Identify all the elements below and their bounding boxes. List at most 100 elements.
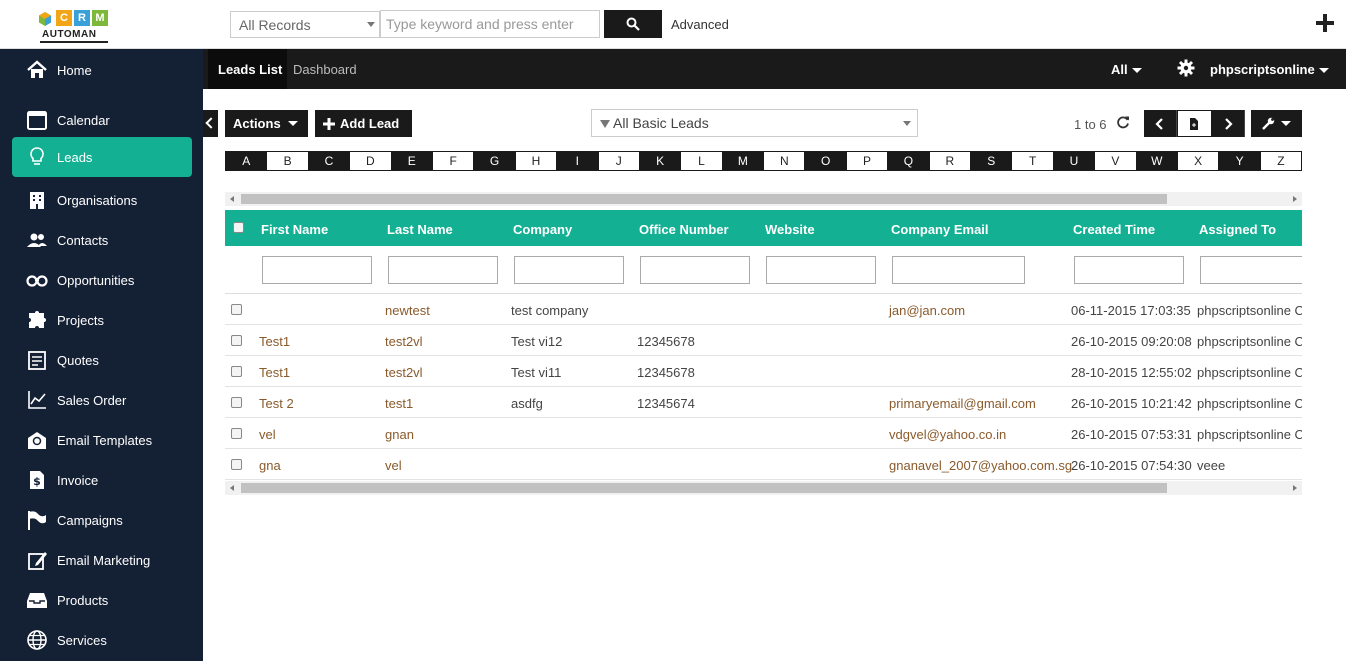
alphabet-letter-x[interactable]: X	[1177, 152, 1219, 170]
alphabet-letter-g[interactable]: G	[474, 152, 515, 170]
next-page-button[interactable]	[1212, 110, 1245, 137]
table-cell[interactable]: vdgvel@yahoo.co.in	[889, 427, 1006, 442]
table-cell[interactable]: gna	[259, 458, 281, 473]
gear-icon[interactable]	[1177, 59, 1195, 77]
alphabet-letter-t[interactable]: T	[1012, 152, 1053, 170]
alphabet-letter-b[interactable]: B	[267, 152, 308, 170]
alphabet-letter-z[interactable]: Z	[1260, 152, 1302, 170]
sidebar-item-calendar[interactable]: Calendar	[12, 100, 192, 140]
search-button[interactable]	[604, 10, 662, 38]
sidebar-item-projects[interactable]: Projects	[12, 300, 192, 340]
table-cell[interactable]: vel	[385, 458, 402, 473]
alphabet-letter-u[interactable]: U	[1053, 152, 1095, 170]
sidebar-item-products[interactable]: Products	[12, 580, 192, 620]
horizontal-scrollbar-bottom[interactable]	[225, 481, 1302, 495]
table-cell[interactable]: gnanavel_2007@yahoo.com.sg	[889, 458, 1072, 473]
filter-assigned-to-input[interactable]	[1200, 256, 1302, 284]
refresh-icon[interactable]	[1116, 115, 1130, 129]
alphabet-letter-f[interactable]: F	[432, 152, 474, 170]
row-checkbox[interactable]	[231, 428, 242, 439]
table-row[interactable]: gna vel gnanavel_2007@yahoo.com.sg 26-10-20…	[225, 449, 1302, 480]
advanced-search-link[interactable]: Advanced	[671, 17, 729, 32]
table-cell[interactable]: vel	[259, 427, 276, 442]
alphabet-letter-r[interactable]: R	[929, 152, 971, 170]
sidebar-item-opportunities[interactable]: Opportunities	[12, 260, 192, 300]
row-checkbox[interactable]	[231, 459, 242, 470]
table-cell[interactable]: primaryemail@gmail.com	[889, 396, 1036, 411]
alphabet-letter-v[interactable]: V	[1095, 152, 1136, 170]
sidebar-item-campaigns[interactable]: Campaigns	[12, 500, 192, 540]
page-jump-button[interactable]	[1177, 110, 1212, 137]
alphabet-letter-n[interactable]: N	[764, 152, 805, 170]
search-scope-select[interactable]: All Records	[230, 11, 380, 38]
user-menu[interactable]: phpscriptsonline	[1210, 62, 1329, 77]
scrollbar-thumb[interactable]	[241, 194, 1167, 204]
filter-created-time-input[interactable]	[1074, 256, 1184, 284]
alphabet-letter-m[interactable]: M	[722, 152, 764, 170]
sidebar-item-contacts[interactable]: Contacts	[12, 220, 192, 260]
select-all-checkbox[interactable]	[233, 222, 244, 233]
sidebar-item-invoice[interactable]: $ Invoice	[12, 460, 192, 500]
alphabet-letter-j[interactable]: J	[598, 152, 639, 170]
filter-last-name-input[interactable]	[388, 256, 498, 284]
alphabet-letter-y[interactable]: Y	[1219, 152, 1260, 170]
column-header-website[interactable]: Website	[765, 222, 815, 237]
scroll-left-icon[interactable]	[230, 196, 234, 202]
alphabet-letter-a[interactable]: A	[226, 152, 267, 170]
alphabet-letter-i[interactable]: I	[557, 152, 598, 170]
table-cell[interactable]: newtest	[385, 303, 430, 318]
alphabet-letter-c[interactable]: C	[308, 152, 350, 170]
scrollbar-thumb[interactable]	[241, 483, 1167, 493]
table-cell[interactable]: Test1	[259, 365, 290, 380]
table-row[interactable]: Test1 test2vl Test vi12 12345678 26-10-2015 …	[225, 325, 1302, 356]
scroll-left-icon[interactable]	[230, 485, 234, 491]
actions-dropdown-button[interactable]: Actions	[225, 110, 308, 137]
row-checkbox[interactable]	[231, 366, 242, 377]
filter-office-number-input[interactable]	[640, 256, 750, 284]
column-header-first-name[interactable]: First Name	[261, 222, 328, 237]
lead-filter-select[interactable]: All Basic Leads	[591, 109, 918, 137]
row-checkbox[interactable]	[231, 335, 242, 346]
table-cell[interactable]: gnan	[385, 427, 414, 442]
filter-website-input[interactable]	[766, 256, 876, 284]
alphabet-letter-p[interactable]: P	[846, 152, 888, 170]
sidebar-item-quotes[interactable]: Quotes	[12, 340, 192, 380]
table-row[interactable]: Test 2 test1 asdfg 12345674 primaryemail@gma…	[225, 387, 1302, 418]
table-cell[interactable]: Test1	[259, 334, 290, 349]
alphabet-letter-k[interactable]: K	[639, 152, 681, 170]
column-header-assigned-to[interactable]: Assigned To	[1199, 222, 1276, 237]
column-header-company[interactable]: Company	[513, 222, 572, 237]
table-cell[interactable]: Test 2	[259, 396, 294, 411]
alphabet-letter-s[interactable]: S	[971, 152, 1012, 170]
alphabet-letter-w[interactable]: W	[1136, 152, 1177, 170]
table-cell[interactable]: test2vl	[385, 334, 423, 349]
alphabet-letter-l[interactable]: L	[681, 152, 722, 170]
plus-icon[interactable]	[1316, 14, 1334, 32]
alphabet-letter-h[interactable]: H	[515, 152, 557, 170]
scroll-right-icon[interactable]	[1293, 196, 1297, 202]
crm-automan-logo[interactable]: C R M AUTOMAN	[36, 10, 112, 44]
sidebar-item-sales-order[interactable]: Sales Order	[12, 380, 192, 420]
sidebar-item-services[interactable]: Services	[12, 620, 192, 660]
search-input[interactable]	[380, 10, 600, 38]
column-header-created-time[interactable]: Created Time	[1073, 222, 1155, 237]
column-header-last-name[interactable]: Last Name	[387, 222, 453, 237]
sidebar-item-email-marketing[interactable]: Email Marketing	[12, 540, 192, 580]
tools-dropdown-button[interactable]	[1251, 110, 1302, 137]
table-cell[interactable]: test1	[385, 396, 413, 411]
filter-company-email-input[interactable]	[892, 256, 1025, 284]
alphabet-letter-e[interactable]: E	[391, 152, 432, 170]
alphabet-letter-q[interactable]: Q	[888, 152, 929, 170]
sidebar-item-home[interactable]: Home	[12, 50, 192, 90]
sidebar-item-organisations[interactable]: Organisations	[12, 180, 192, 220]
previous-page-button[interactable]	[1144, 110, 1178, 137]
horizontal-scrollbar-top[interactable]	[225, 192, 1302, 206]
add-lead-button[interactable]: Add Lead	[315, 110, 412, 137]
tab-leads-list[interactable]: Leads List	[208, 49, 287, 89]
table-cell[interactable]: test2vl	[385, 365, 423, 380]
filter-first-name-input[interactable]	[262, 256, 372, 284]
table-row[interactable]: vel gnan vdgvel@yahoo.co.in 26-10-2015 07:5…	[225, 418, 1302, 449]
alphabet-letter-o[interactable]: O	[805, 152, 846, 170]
column-header-company-email[interactable]: Company Email	[891, 222, 989, 237]
filter-company-input[interactable]	[514, 256, 624, 284]
